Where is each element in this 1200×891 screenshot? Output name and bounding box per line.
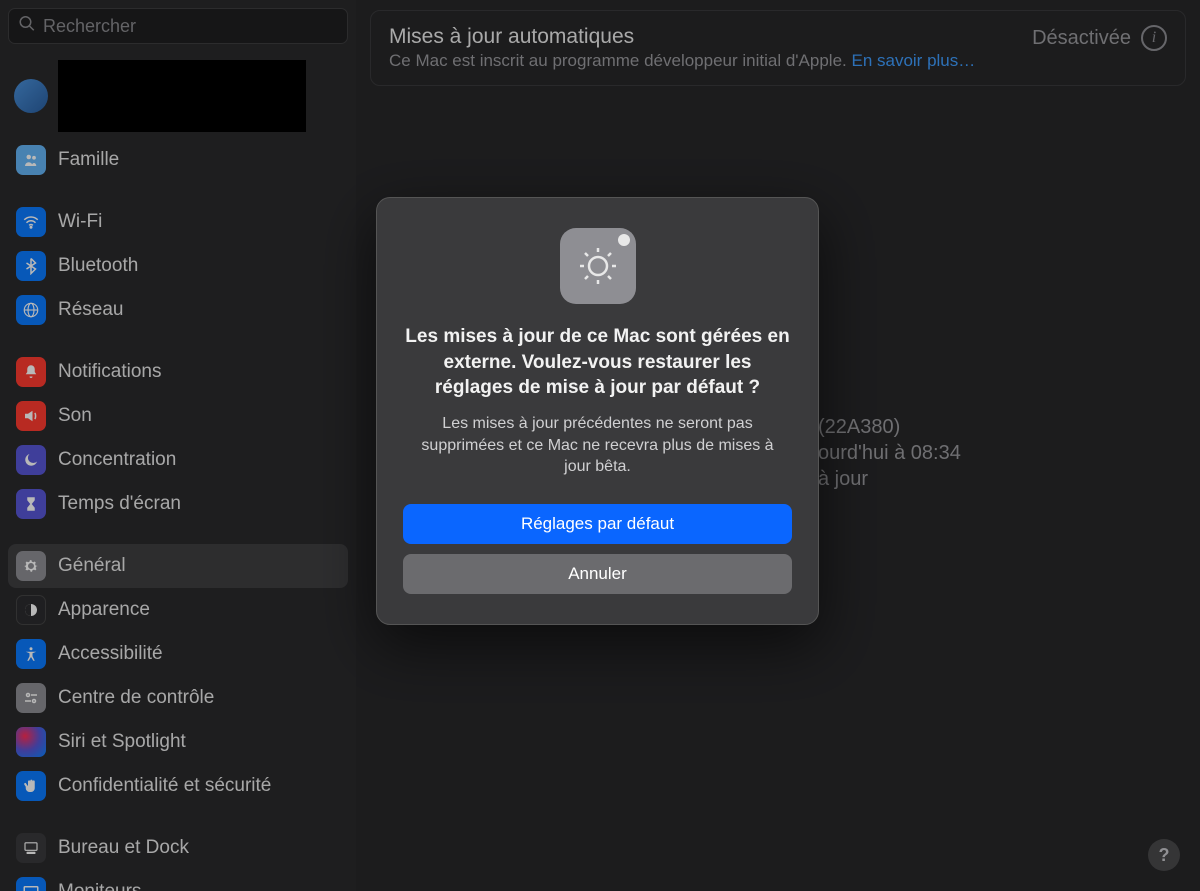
modal-title: Les mises à jour de ce Mac sont gérées e…: [403, 324, 792, 401]
restore-defaults-modal: Les mises à jour de ce Mac sont gérées e…: [376, 197, 819, 625]
default-settings-button[interactable]: Réglages par défaut: [403, 504, 792, 544]
gear-badge-icon: [560, 228, 636, 304]
cancel-button[interactable]: Annuler: [403, 554, 792, 594]
modal-body: Les mises à jour précédentes ne seront p…: [403, 413, 792, 478]
badge-dot-icon: [618, 234, 630, 246]
